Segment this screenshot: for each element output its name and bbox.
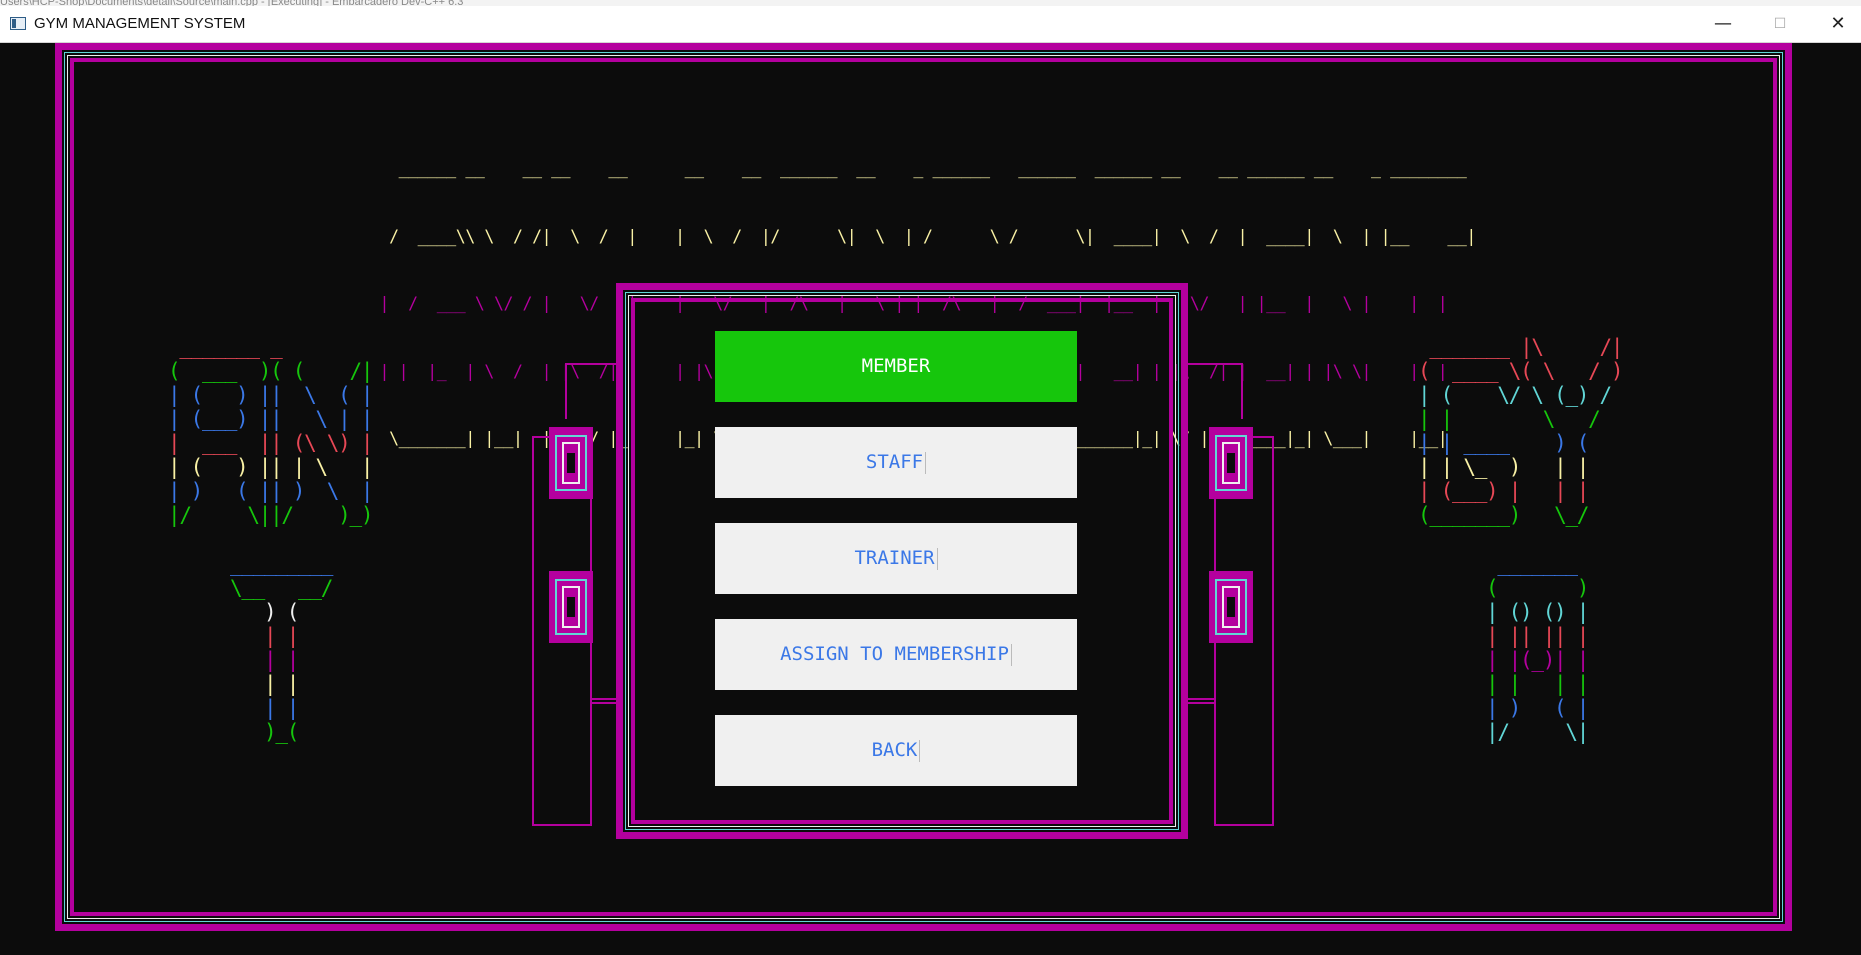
ascii-art-line: | ( ) || | \ | bbox=[168, 455, 373, 479]
ascii-art-line: | | \ / bbox=[1418, 407, 1601, 431]
title-bar: GYM MANAGEMENT SYSTEM — ☐ ✕ bbox=[0, 6, 1861, 43]
ascii-art-line: | ( \/ \ (_) / bbox=[1418, 383, 1612, 407]
right-lower-node bbox=[1209, 571, 1253, 643]
ascii-art-line: |/ \| bbox=[1486, 720, 1589, 744]
ascii-art-line: | |(_)| | bbox=[1486, 648, 1589, 672]
ascii-art-line: | | bbox=[230, 672, 299, 696]
ascii-art-line: ) ( bbox=[230, 600, 299, 624]
ascii-art-line: (_______) \_/ bbox=[1418, 503, 1589, 527]
ascii-art-line: ( ____ \( \ / ) bbox=[1418, 359, 1623, 383]
ascii-art-line: )_( bbox=[230, 720, 299, 744]
banner-line: ______ __ __ __ __ __ __ ______ __ _ ___… bbox=[370, 159, 1467, 178]
ascii-art-line: ( ) bbox=[1486, 576, 1589, 600]
ascii-art-line: |/ \||/ )_) bbox=[168, 503, 373, 527]
ascii-art-line: | (___) | | | bbox=[1418, 479, 1589, 503]
text-cursor bbox=[936, 547, 938, 570]
ascii-art-line: | | | | bbox=[1486, 672, 1589, 696]
ascii-art-line: ( ___ )( ( /| bbox=[168, 359, 373, 383]
minimize-button[interactable]: — bbox=[1700, 12, 1746, 36]
back-button[interactable]: BACK bbox=[715, 715, 1077, 786]
left-upper-node bbox=[549, 427, 593, 499]
ascii-art-line: | (___) || \ | | bbox=[168, 407, 373, 431]
assign-to-membership-button[interactable]: ASSIGN TO MEMBERSHIP bbox=[715, 619, 1077, 690]
text-cursor bbox=[1010, 643, 1012, 666]
ascii-art-left-bottom: _________ \__ __/ ) ( | | | | | | | | )_( bbox=[230, 552, 333, 744]
staff-button[interactable]: STAFF bbox=[715, 427, 1077, 498]
console-area: ______ __ __ __ __ __ __ ______ __ _ ___… bbox=[0, 43, 1861, 955]
ascii-art-line: | ( ) || \ ( | bbox=[168, 383, 373, 407]
ascii-art-line: _______ _ bbox=[168, 335, 282, 359]
ascii-art-line: | ) ( || ) \ | bbox=[168, 479, 373, 503]
left-lower-node bbox=[549, 571, 593, 643]
ascii-art-line: _______ bbox=[1486, 552, 1578, 576]
text-cursor bbox=[925, 451, 927, 474]
ascii-art-line: _______ |\ /| bbox=[1418, 335, 1623, 359]
left-connector-top bbox=[565, 363, 620, 419]
trainer-button[interactable]: TRAINER bbox=[715, 523, 1077, 594]
console-app-icon bbox=[10, 17, 26, 30]
ascii-art-line: | | bbox=[230, 696, 299, 720]
right-upper-node bbox=[1209, 427, 1253, 499]
ascii-art-line: _________ bbox=[230, 552, 333, 576]
right-connector-top bbox=[1188, 363, 1243, 419]
ascii-art-left-top: _______ _( ___ )( ( /| | ( ) || \ ( | | (_… bbox=[168, 335, 373, 527]
ascii-art-line: | | \_ ) | | bbox=[1418, 455, 1589, 479]
ascii-art-line: | | bbox=[230, 624, 299, 648]
ascii-art-right-top: _______ |\ /|( ____ \( \ / ) | ( \/ \ (_)… bbox=[1418, 335, 1623, 527]
maximize-button[interactable]: ☐ bbox=[1757, 12, 1803, 36]
ascii-art-right-bottom: _______( ) | () () | | || || | | |(_)| | | |… bbox=[1486, 552, 1589, 744]
ascii-art-line: | | bbox=[230, 648, 299, 672]
ascii-art-line: | () () | bbox=[1486, 600, 1589, 624]
window-title: GYM MANAGEMENT SYSTEM bbox=[34, 15, 246, 32]
ascii-art-line: | | ____ ) ( bbox=[1418, 431, 1589, 455]
ascii-art-line: | || || | bbox=[1486, 624, 1589, 648]
close-button[interactable]: ✕ bbox=[1815, 12, 1861, 36]
right-connector-mid bbox=[1188, 698, 1214, 704]
text-cursor bbox=[919, 739, 921, 762]
member-button[interactable]: MEMBER bbox=[715, 331, 1077, 402]
ascii-art-line: \__ __/ bbox=[230, 576, 333, 600]
banner-line: / ____\\ \ / /| \ / | | \ / |/ \| \ | / … bbox=[370, 226, 1476, 246]
ascii-art-line: | ) ( | bbox=[1486, 696, 1589, 720]
ascii-art-line: | ___ || (\ \) | bbox=[168, 431, 373, 455]
